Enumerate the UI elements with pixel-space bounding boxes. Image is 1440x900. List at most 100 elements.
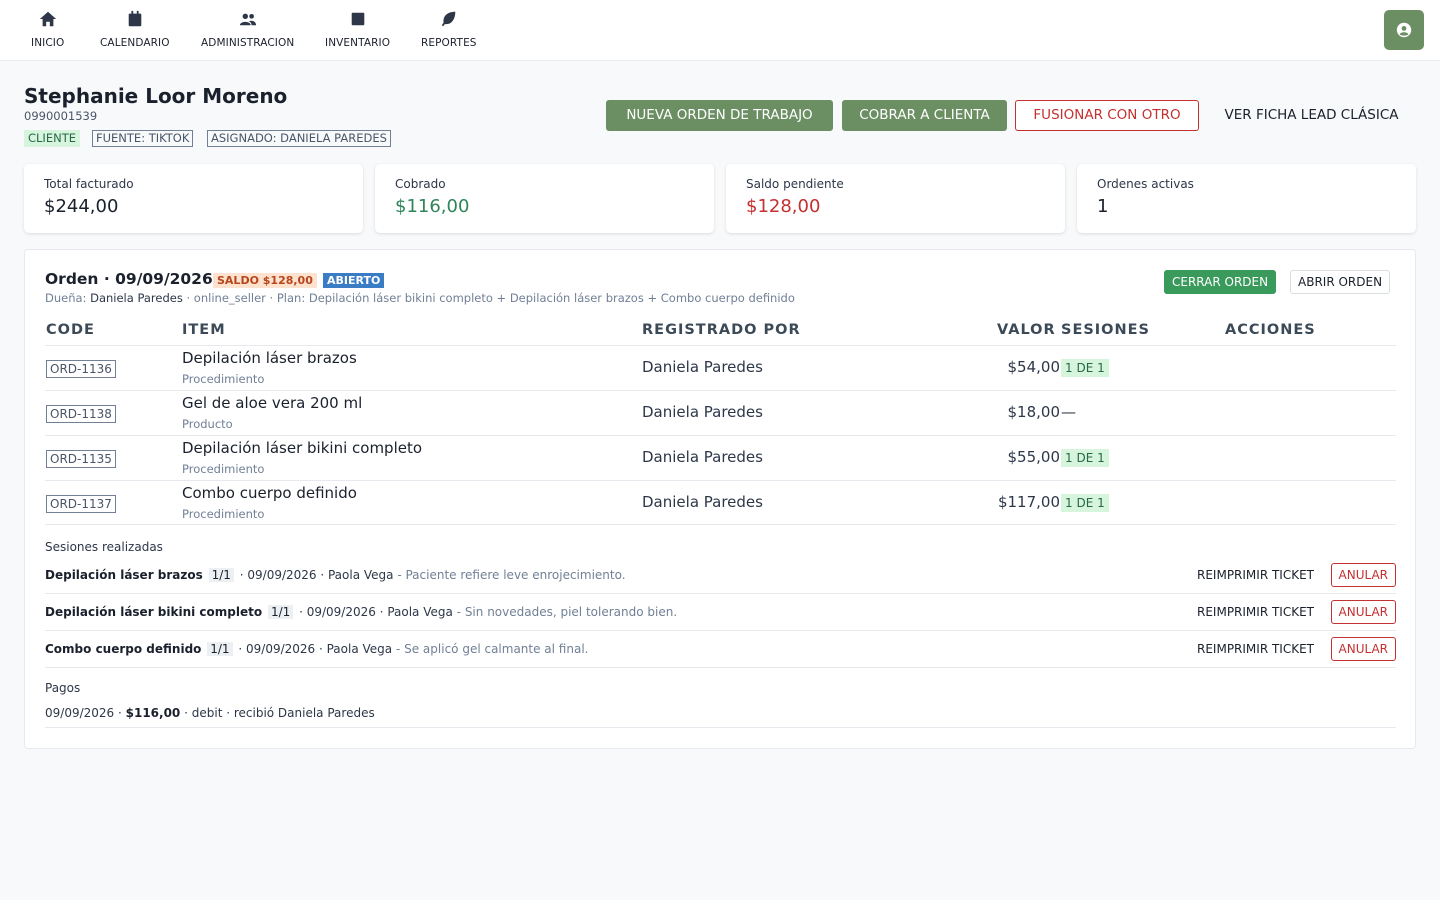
item-type: Procedimiento: [182, 372, 265, 386]
stat-label: Ordenes activas: [1097, 177, 1194, 191]
new-work-order-button[interactable]: NUEVA ORDEN DE TRABAJO: [606, 100, 833, 131]
stat-value: $244,00: [44, 196, 119, 217]
saldo-badge: SALDO $128,00: [213, 273, 317, 288]
table-row: ORD-1135 Depilación láser bikini complet…: [45, 435, 1396, 480]
nav-item-calendario[interactable]: CALENDARIO: [100, 10, 170, 49]
registered-by: Daniela Paredes: [642, 358, 763, 376]
sessions-badge: 1 DE 1: [1061, 494, 1109, 512]
stat-card-cobrado: Cobrado $116,00: [375, 164, 714, 233]
reprint-ticket-button[interactable]: REIMPRIMIR TICKET: [1197, 568, 1314, 582]
item-name: Combo cuerpo definido: [182, 484, 357, 502]
stat-card-total: Total facturado $244,00: [24, 164, 363, 233]
payment-amount: $116,00: [125, 706, 181, 720]
payment-row: 09/09/2026 · $116,00 · debit · recibió D…: [45, 702, 1396, 728]
order-code[interactable]: ORD-1138: [46, 405, 116, 423]
column-header-valor: VALOR: [997, 322, 1056, 338]
tag-source: FUENTE: TIKTOK: [92, 130, 194, 147]
stat-value: 1: [1097, 196, 1109, 217]
home-icon: [39, 11, 56, 27]
calendar-icon: [128, 10, 142, 27]
stat-card-saldo: Saldo pendiente $128,00: [726, 164, 1065, 233]
item-name: Depilación láser brazos: [182, 349, 357, 367]
client-id: 0990001539: [24, 109, 98, 123]
payment-date: 09/09/2026 ·: [45, 706, 122, 720]
sessions-badge: 1 DE 1: [1061, 359, 1109, 377]
session-fraction: 1/1: [208, 568, 234, 582]
leaf-icon: [441, 11, 456, 27]
session-row: Depilación láser bikini completo 1/1 · 0…: [45, 594, 1396, 631]
nav-label: ADMINISTRACION: [201, 37, 295, 49]
nav-item-reportes[interactable]: REPORTES: [421, 10, 477, 49]
owner-label: Dueña:: [45, 291, 87, 305]
order-code[interactable]: ORD-1135: [46, 450, 116, 468]
registered-by: Daniela Paredes: [642, 448, 763, 466]
sessions-badge: 1 DE 1: [1061, 449, 1109, 467]
item-type: Producto: [182, 417, 233, 431]
registered-by: Daniela Paredes: [642, 493, 763, 511]
session-fraction: 1/1: [207, 642, 233, 656]
session-note: - Se aplicó gel calmante al final.: [395, 642, 589, 656]
sessions-section-title: Sesiones realizadas: [45, 540, 163, 554]
stat-card-ordenes: Ordenes activas 1: [1077, 164, 1416, 233]
item-name: Depilación láser bikini completo: [182, 439, 423, 457]
nav-item-administracion[interactable]: ADMINISTRACION: [201, 10, 294, 49]
session-info: Depilación láser bikini completo 1/1 · 0…: [45, 605, 677, 619]
nav-label: CALENDARIO: [100, 37, 170, 49]
stat-label: Total facturado: [44, 177, 134, 191]
owner-name: Daniela Paredes: [90, 291, 183, 305]
payment-info: 09/09/2026 · $116,00 · debit · recibió D…: [45, 706, 375, 720]
stat-value: $116,00: [395, 196, 470, 217]
user-circle-icon: [1396, 22, 1412, 38]
session-note: - Sin novedades, piel tolerando bien.: [456, 605, 678, 619]
column-header-item: ITEM: [182, 322, 226, 338]
open-order-button[interactable]: ABRIR ORDEN: [1290, 270, 1391, 294]
session-name: Depilación láser bikini completo: [45, 605, 263, 619]
nav-label: INICIO: [31, 37, 65, 49]
sessions-empty: —: [1061, 403, 1076, 421]
close-order-button[interactable]: CERRAR ORDEN: [1164, 270, 1277, 294]
nav-item-inicio[interactable]: INICIO: [31, 10, 64, 49]
item-value: $117,00: [997, 493, 1060, 511]
nav-label: INVENTARIO: [325, 37, 391, 49]
item-value: $55,00: [1007, 448, 1061, 466]
session-meta: · 09/09/2026 · Paola Vega: [299, 605, 453, 619]
session-row: Depilación láser brazos 1/1 · 09/09/2026…: [45, 557, 1396, 594]
column-header-code: CODE: [46, 322, 95, 338]
item-value: $18,00: [1007, 403, 1061, 421]
session-note: - Paciente refiere leve enrojecimiento.: [397, 568, 626, 582]
stat-value: $128,00: [746, 196, 821, 217]
order-panel: Orden · 09/09/2026 SALDO $128,00 ABIERTO…: [24, 249, 1416, 749]
order-title: Orden · 09/09/2026: [45, 270, 213, 288]
session-name: Depilación láser brazos: [45, 568, 203, 582]
tag-cliente: CLIENTE: [24, 130, 80, 147]
column-header-sesiones: SESIONES: [1061, 322, 1150, 338]
nav-label: REPORTES: [421, 37, 477, 49]
merge-button[interactable]: FUSIONAR CON OTRO: [1015, 100, 1199, 131]
reprint-ticket-button[interactable]: REIMPRIMIR TICKET: [1197, 642, 1314, 656]
order-details: Dueña: Daniela Paredes · online_seller ·…: [45, 291, 795, 305]
box-icon: [351, 12, 364, 26]
payment-details: · debit · recibió Daniela Paredes: [184, 706, 375, 720]
void-button[interactable]: ANULAR: [1330, 637, 1396, 661]
view-classic-lead-button[interactable]: VER FICHA LEAD CLÁSICA: [1209, 100, 1414, 131]
item-name: Gel de aloe vera 200 ml: [182, 394, 363, 412]
stat-label: Cobrado: [395, 177, 446, 191]
table-row: ORD-1138 Gel de aloe vera 200 ml Product…: [45, 390, 1396, 435]
order-code[interactable]: ORD-1137: [46, 495, 116, 513]
void-button[interactable]: ANULAR: [1330, 600, 1396, 624]
void-button[interactable]: ANULAR: [1330, 563, 1396, 587]
session-fraction: 1/1: [267, 605, 294, 619]
status-badge: ABIERTO: [323, 273, 385, 288]
session-info: Depilación láser brazos 1/1 · 09/09/2026…: [45, 568, 626, 582]
item-value: $54,00: [1007, 358, 1061, 376]
order-code[interactable]: ORD-1136: [46, 360, 116, 378]
nav-item-inventario[interactable]: INVENTARIO: [325, 10, 390, 49]
user-menu-button[interactable]: [1384, 10, 1424, 50]
reprint-ticket-button[interactable]: REIMPRIMIR TICKET: [1197, 605, 1314, 619]
registered-by: Daniela Paredes: [642, 403, 763, 421]
users-icon: [239, 13, 256, 26]
charge-client-button[interactable]: COBRAR A CLIENTA: [842, 100, 1007, 131]
session-name: Combo cuerpo definido: [45, 642, 202, 656]
order-plan: · online_seller · Plan: Depilación láser…: [186, 291, 795, 305]
tag-assigned: ASIGNADO: DANIELA PAREDES: [207, 130, 391, 147]
